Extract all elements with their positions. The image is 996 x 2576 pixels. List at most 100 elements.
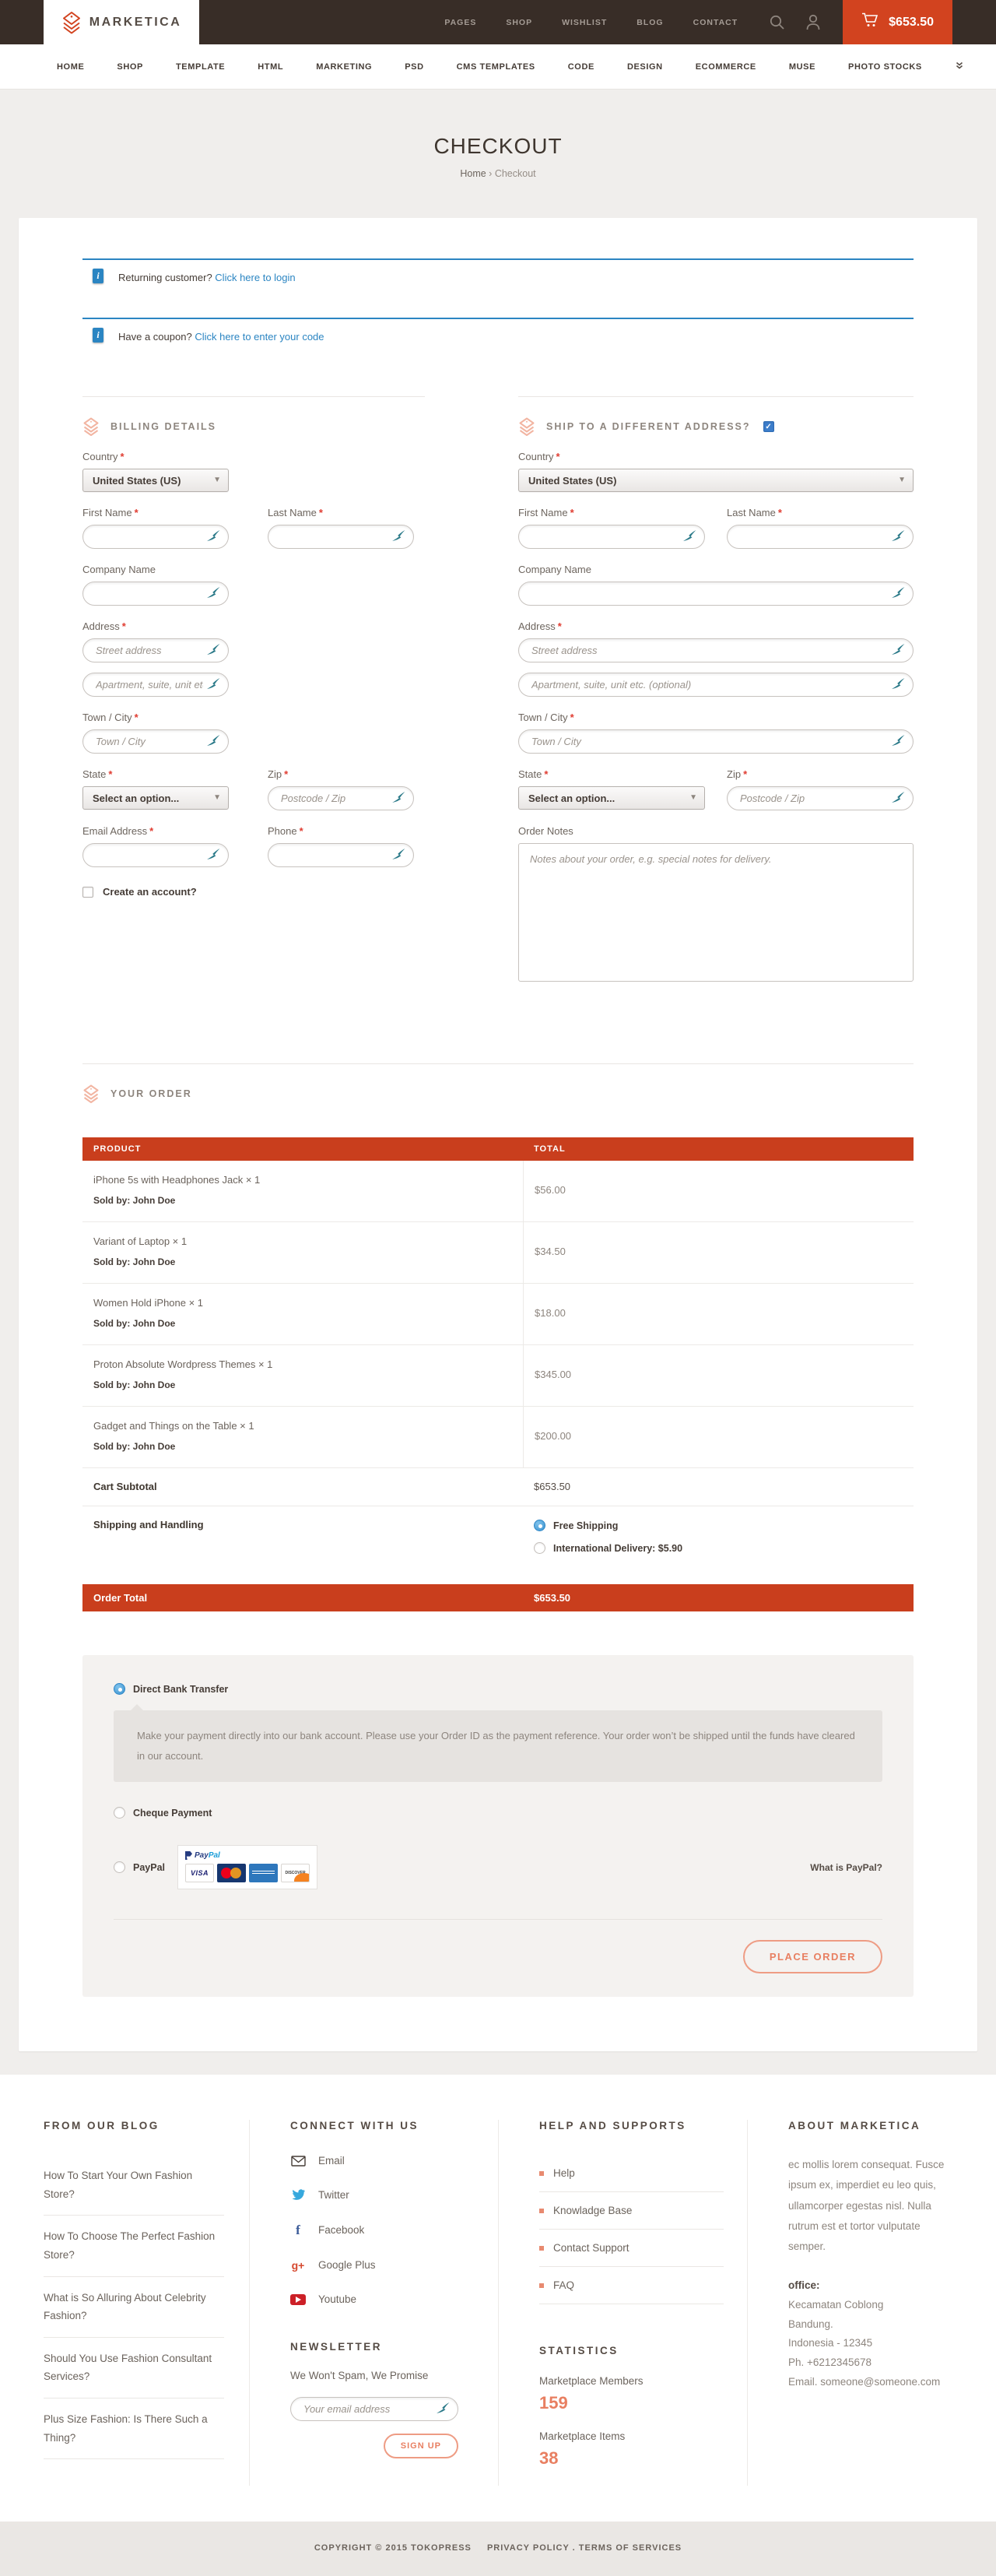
help-link[interactable]: FAQ [539, 2267, 724, 2304]
nav-cms-templates[interactable]: CMS TEMPLATES [457, 62, 535, 72]
shipping-town-input[interactable] [518, 729, 914, 754]
intl-delivery-option[interactable]: International Delivery: $5.90 [534, 1542, 903, 1554]
search-icon[interactable] [769, 14, 785, 30]
intl-delivery-radio[interactable] [534, 1542, 545, 1554]
nav-template[interactable]: TEMPLATE [176, 62, 225, 72]
create-account-row[interactable]: Create an account? [82, 886, 425, 898]
user-icon[interactable] [805, 14, 821, 30]
google-plus-icon: g+ [290, 2260, 306, 2271]
blog-link[interactable]: How To Choose The Perfect Fashion Store? [44, 2216, 224, 2276]
nav-home[interactable]: HOME [57, 62, 84, 72]
newsletter-email-input[interactable] [290, 2397, 458, 2421]
help-link[interactable]: Contact Support [539, 2230, 724, 2267]
create-account-checkbox[interactable] [82, 887, 93, 898]
bank-transfer-radio[interactable] [114, 1683, 125, 1695]
help-link[interactable]: Knowladge Base [539, 2192, 724, 2230]
product-name: iPhone 5s with Headphones Jack × 1 [93, 1174, 512, 1186]
top-nav-pages[interactable]: PAGES [444, 18, 476, 27]
paypal-option[interactable]: PayPal PayPal VISA DISCOVER What is PayP… [114, 1845, 882, 1889]
main-nav: HOME SHOP TEMPLATE HTML MARKETING PSD CM… [0, 44, 996, 90]
billing-country-value: United States (US) [93, 475, 181, 487]
blog-link[interactable]: Plus Size Fashion: Is There Such a Thing… [44, 2399, 224, 2459]
place-order-button[interactable]: PLACE ORDER [743, 1940, 882, 1973]
shipping-first-name-label: First Name* [518, 507, 705, 518]
free-shipping-radio[interactable] [534, 1520, 545, 1531]
social-google-plus[interactable]: g+ Google Plus [290, 2259, 475, 2271]
shipping-state-select[interactable]: Select an option... ▼ [518, 786, 705, 810]
checkout-form: BILLING DETAILS Country* United States (… [82, 396, 914, 986]
shipping-first-name-input[interactable] [518, 525, 705, 549]
shipping-column: SHIP TO A DIFFERENT ADDRESS? ✓ Country* … [518, 396, 914, 986]
nav-marketing[interactable]: MARKETING [316, 62, 372, 72]
shipping-country-select[interactable]: United States (US) ▼ [518, 469, 914, 492]
nav-more-chevrons-icon[interactable] [955, 60, 964, 74]
top-nav-blog[interactable]: BLOG [637, 18, 663, 27]
social-email[interactable]: Email [290, 2155, 475, 2167]
shipping-company-input[interactable] [518, 582, 914, 606]
nav-psd[interactable]: PSD [405, 62, 423, 72]
product-total: $56.00 [535, 1184, 566, 1196]
nav-shop[interactable]: SHOP [117, 62, 143, 72]
paypal-radio[interactable] [114, 1861, 125, 1873]
cheque-radio[interactable] [114, 1807, 125, 1819]
shipping-street-input[interactable] [518, 638, 914, 662]
free-shipping-option[interactable]: Free Shipping [534, 1520, 903, 1531]
billing-phone-label: Phone* [268, 825, 414, 837]
billing-section-head: BILLING DETAILS [82, 396, 425, 436]
signup-button[interactable]: SIGN UP [384, 2434, 458, 2458]
breadcrumb-current: Checkout [495, 168, 536, 179]
nav-photo-stocks[interactable]: PHOTO STOCKS [848, 62, 922, 72]
statistics-block: STATISTICS Marketplace Members 159 Marke… [539, 2345, 724, 2469]
blog-link[interactable]: How To Start Your Own Fashion Store? [44, 2155, 224, 2216]
order-notes-textarea[interactable] [518, 843, 914, 982]
pen-icon [683, 530, 696, 542]
coupon-notice: i Have a coupon? Click here to enter you… [82, 318, 914, 354]
nav-code[interactable]: CODE [568, 62, 594, 72]
top-nav-shop[interactable]: SHOP [506, 18, 532, 27]
product-seller: Sold by: John Doe [93, 1441, 512, 1452]
social-facebook[interactable]: f Facebook [290, 2223, 475, 2237]
billing-state-select[interactable]: Select an option... ▼ [82, 786, 229, 810]
brand-name: MARKETICA [89, 16, 182, 30]
top-nav-wishlist[interactable]: WISHLIST [562, 18, 607, 27]
nav-design[interactable]: DESIGN [627, 62, 663, 72]
nav-muse[interactable]: MUSE [789, 62, 815, 72]
office-label: office: [788, 2276, 973, 2296]
order-row: Gadget and Things on the Table × 1 Sold … [82, 1407, 914, 1468]
order-total-label: Order Total [82, 1584, 523, 1611]
bank-transfer-option[interactable]: Direct Bank Transfer [114, 1683, 882, 1695]
top-nav: PAGES SHOP WISHLIST BLOG CONTACT [444, 18, 738, 27]
shipping-zip-input[interactable] [727, 786, 914, 810]
footer-policy-links[interactable]: PRIVACY POLICY . TERMS OF SERVICES [487, 2543, 682, 2553]
pen-icon [207, 678, 220, 690]
shipping-apartment-input[interactable] [518, 673, 914, 697]
blog-link[interactable]: Should You Use Fashion Consultant Servic… [44, 2338, 224, 2399]
nav-ecommerce[interactable]: ECOMMERCE [696, 62, 756, 72]
billing-country-select[interactable]: United States (US) ▼ [82, 469, 229, 492]
cheque-option[interactable]: Cheque Payment [114, 1807, 882, 1819]
blog-link[interactable]: What is So Alluring About Celebrity Fash… [44, 2277, 224, 2338]
footer-connect-column: CONNECT WITH US Email Twitter f Facebook… [249, 2120, 498, 2486]
logo[interactable]: MARKETICA [44, 0, 199, 44]
social-twitter[interactable]: Twitter [290, 2189, 475, 2201]
breadcrumb-home[interactable]: Home [460, 168, 486, 179]
billing-email-label: Email Address* [82, 825, 229, 837]
footer-about-column: ABOUT MARKETICA ec mollis lorem consequa… [747, 2120, 996, 2486]
shipping-state-label: State* [518, 768, 705, 780]
bullet-icon [539, 2283, 544, 2288]
billing-address-label: Address* [82, 620, 425, 632]
ship-different-checkbox[interactable]: ✓ [763, 421, 774, 432]
top-nav-contact[interactable]: CONTACT [693, 18, 738, 27]
dropdown-arrow-icon: ▼ [898, 476, 906, 484]
cart-button[interactable]: $653.50 [843, 0, 952, 44]
what-is-paypal-link[interactable]: What is PayPal? [810, 1862, 882, 1873]
help-link[interactable]: Help [539, 2155, 724, 2192]
login-link[interactable]: Click here to login [215, 272, 295, 283]
social-youtube[interactable]: Youtube [290, 2293, 475, 2305]
twitter-icon [290, 2189, 306, 2201]
coupon-notice-text: Have a coupon? [118, 331, 192, 343]
coupon-link[interactable]: Click here to enter your code [195, 331, 324, 343]
shipping-last-name-input[interactable] [727, 525, 914, 549]
connect-heading: CONNECT WITH US [290, 2120, 475, 2131]
nav-html[interactable]: HTML [258, 62, 283, 72]
